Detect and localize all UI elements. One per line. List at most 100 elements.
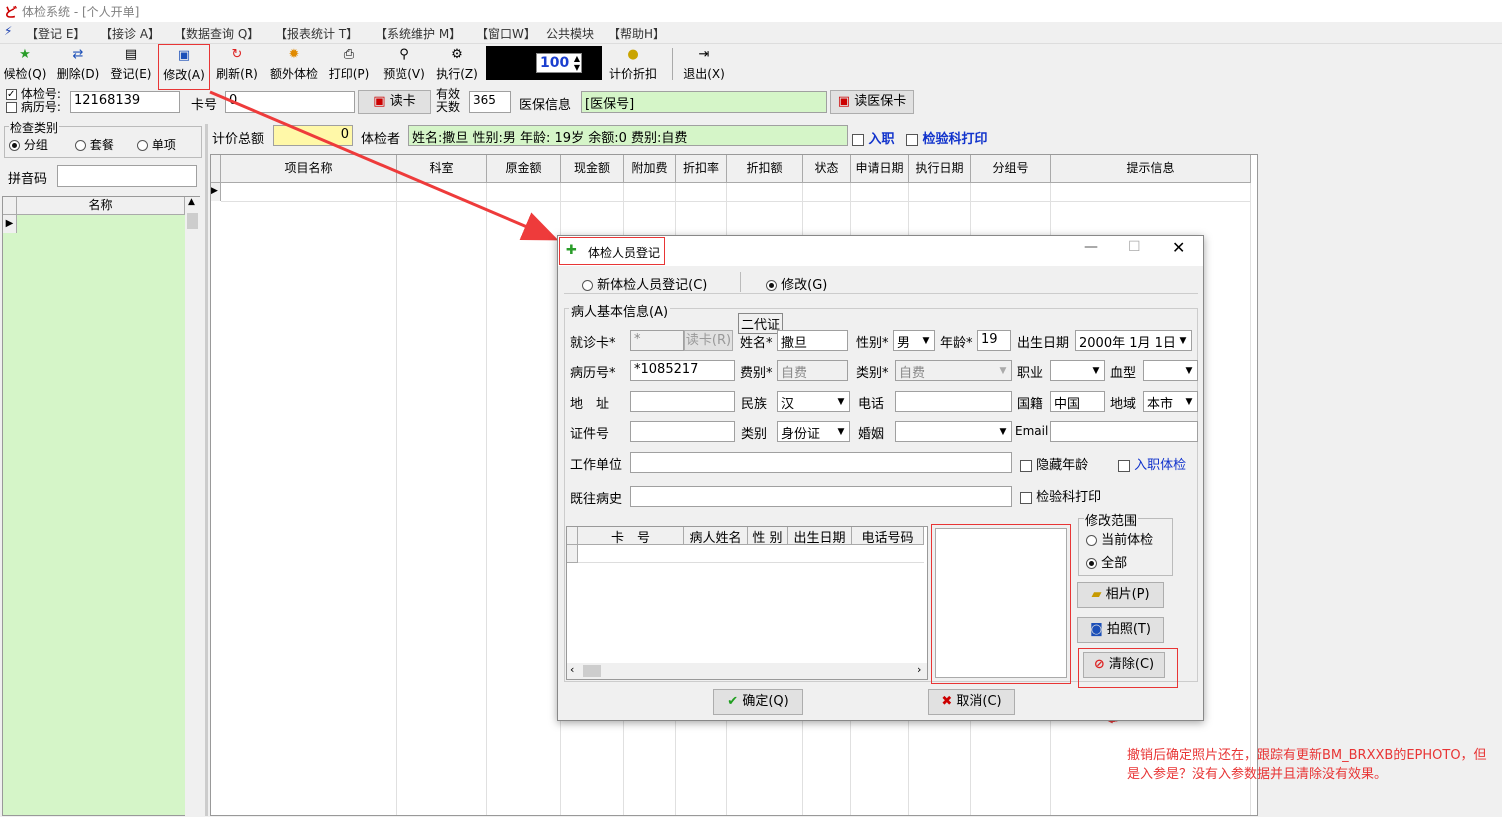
category-select[interactable]: 自费 ▼ — [895, 360, 1012, 381]
email-input[interactable] — [1050, 421, 1198, 442]
menu-register[interactable]: 【登记 E】 — [26, 25, 85, 42]
preview-button[interactable]: ⚲ 预览(V) — [380, 46, 428, 84]
modify-button[interactable]: ▣ 修改(A) — [158, 44, 210, 90]
card-input[interactable]: 0 — [225, 91, 355, 113]
print-button[interactable]: ⎙ 打印(P) — [326, 46, 372, 84]
take-photo-button[interactable]: ◙ 拍照(T) — [1077, 617, 1164, 643]
radio-single[interactable]: 单项 — [137, 136, 176, 153]
onboard-exam-check[interactable]: 入职体检 — [1118, 454, 1186, 473]
execute-button[interactable]: ⚙ 执行(Z) — [432, 46, 482, 84]
col-hint[interactable]: 提示信息 — [1051, 155, 1251, 183]
item-list[interactable]: 名称 ▶ ▲ — [2, 196, 200, 817]
dob-picker[interactable]: 2000年 1月 1日 ▼ — [1075, 330, 1192, 351]
dropdown-arrow-icon[interactable]: ▼ — [996, 362, 1010, 379]
splitter[interactable] — [205, 124, 208, 816]
scroll-left-icon[interactable]: ‹ — [570, 663, 574, 676]
menu-help[interactable]: 【帮助H】 — [608, 25, 665, 42]
ethnic-select[interactable]: 汉 ▼ — [777, 391, 850, 412]
col-discount-amount[interactable]: 折扣额 — [727, 155, 803, 183]
menu-query[interactable]: 【数据查询 Q】 — [174, 25, 259, 42]
idno-input[interactable] — [630, 421, 735, 442]
gender-select[interactable]: 男 ▼ — [893, 330, 935, 351]
col-status[interactable]: 状态 — [803, 155, 851, 183]
photo-box[interactable] — [935, 528, 1067, 678]
dropdown-arrow-icon[interactable]: ▼ — [1089, 362, 1103, 379]
history-input[interactable] — [630, 486, 1012, 507]
list-scrollbar[interactable]: ▲ — [185, 197, 200, 817]
radio-package[interactable]: 套餐 — [75, 136, 114, 153]
marriage-select[interactable]: ▼ — [895, 421, 1012, 442]
col-dob[interactable]: 出生日期 — [788, 527, 852, 546]
address-input[interactable] — [630, 391, 735, 412]
hide-age-check[interactable]: 隐藏年龄 — [1020, 454, 1088, 473]
col-gender[interactable]: 性 别 — [748, 527, 788, 546]
onboard-check[interactable]: 入职 — [852, 128, 895, 147]
read-card-button[interactable]: 读卡(R) — [684, 330, 733, 351]
lab-print-check[interactable]: 检验科打印 — [1020, 486, 1101, 505]
scope-current-radio[interactable]: 当前体检 — [1086, 529, 1153, 548]
dropdown-arrow-icon[interactable]: ▼ — [1182, 393, 1196, 410]
pinyin-input[interactable] — [57, 165, 197, 187]
scroll-thumb[interactable] — [187, 213, 198, 229]
name-input[interactable]: 撒旦 — [777, 330, 848, 351]
radio-group[interactable]: 分组 — [9, 136, 48, 153]
record-no-check[interactable]: 病历号: — [6, 101, 61, 114]
cancel-button[interactable]: ✖ 取消(C) — [928, 689, 1015, 715]
dropdown-arrow-icon[interactable]: ▼ — [919, 332, 933, 349]
record-input[interactable]: *1085217 — [630, 360, 735, 381]
col-phone[interactable]: 电话号码 — [852, 527, 924, 546]
scroll-right-icon[interactable]: › — [917, 663, 921, 676]
exit-button[interactable]: ⇥ 退出(X) — [680, 46, 728, 84]
extra-exam-button[interactable]: ✹ 额外体检 — [264, 46, 324, 84]
col-patient-name[interactable]: 病人姓名 — [684, 527, 748, 546]
nation-input[interactable]: 中国 — [1050, 391, 1105, 412]
zoom-spinner[interactable]: 100 ▲ ▼ — [536, 53, 582, 73]
price-discount-button[interactable]: ● 计价折扣 — [606, 46, 660, 84]
photo-button[interactable]: ▰ 相片(P) — [1077, 582, 1164, 608]
scope-all-radio[interactable]: 全部 — [1086, 552, 1127, 571]
dropdown-arrow-icon[interactable]: ▼ — [834, 393, 848, 410]
read-card-button[interactable]: ▣ 读卡 — [358, 90, 431, 114]
age-input[interactable]: 19 — [977, 330, 1011, 351]
menu-reception[interactable]: 【接诊 A】 — [100, 25, 160, 42]
col-card[interactable]: 卡 号 — [578, 527, 684, 546]
minimize-icon[interactable]: — — [1084, 239, 1098, 255]
mode-new-radio[interactable]: 新体检人员登记(C) — [582, 274, 707, 293]
fee-input[interactable]: 自费 — [777, 360, 848, 381]
ok-button[interactable]: ✔ 确定(Q) — [713, 689, 803, 715]
wait-check-button[interactable]: ★ 候检(Q) — [2, 46, 48, 84]
dropdown-arrow-icon[interactable]: ▼ — [1182, 362, 1196, 379]
mode-edit-radio[interactable]: 修改(G) — [766, 274, 827, 293]
delete-button[interactable]: ⇄ 删除(D) — [54, 46, 102, 84]
hscroll-thumb[interactable] — [583, 665, 601, 677]
valid-days-input[interactable]: 365 — [469, 91, 511, 113]
col-exec-date[interactable]: 执行日期 — [909, 155, 971, 183]
col-group-no[interactable]: 分组号 — [971, 155, 1051, 183]
phone-input[interactable] — [895, 391, 1012, 412]
blood-select[interactable]: ▼ — [1143, 360, 1198, 381]
menu-window[interactable]: 【窗口W】 — [476, 25, 536, 42]
col-apply-date[interactable]: 申请日期 — [851, 155, 909, 183]
dropdown-arrow-icon[interactable]: ▼ — [1176, 332, 1190, 349]
menu-reports[interactable]: 【报表统计 T】 — [275, 25, 358, 42]
col-department[interactable]: 科室 — [397, 155, 487, 183]
refresh-button[interactable]: ↻ 刷新(R) — [212, 46, 262, 84]
spin-arrows-icon[interactable]: ▲ ▼ — [574, 54, 580, 72]
list-row[interactable] — [578, 545, 924, 563]
col-item-name[interactable]: 项目名称 — [221, 155, 397, 183]
card-input[interactable]: * — [630, 330, 684, 351]
read-insurance-button[interactable]: ▣ 读医保卡 — [830, 90, 914, 114]
dropdown-arrow-icon[interactable]: ▼ — [996, 423, 1010, 440]
register-button[interactable]: ▤ 登记(E) — [106, 46, 156, 84]
col-surcharge[interactable]: 附加费 — [624, 155, 676, 183]
lab-print-check[interactable]: 检验科打印 — [906, 128, 988, 147]
col-name-header[interactable]: 名称 — [17, 197, 185, 215]
idtype-select[interactable]: 身份证 ▼ — [777, 421, 850, 442]
clear-button[interactable]: ⊘ 清除(C) — [1083, 652, 1165, 678]
region-select[interactable]: 本市 ▼ — [1143, 391, 1198, 412]
col-current-amount[interactable]: 现金额 — [561, 155, 624, 183]
work-input[interactable] — [630, 452, 1012, 473]
job-select[interactable]: ▼ — [1050, 360, 1105, 381]
scroll-up-icon[interactable]: ▲ — [188, 197, 195, 207]
maximize-icon[interactable]: ☐ — [1128, 239, 1141, 255]
